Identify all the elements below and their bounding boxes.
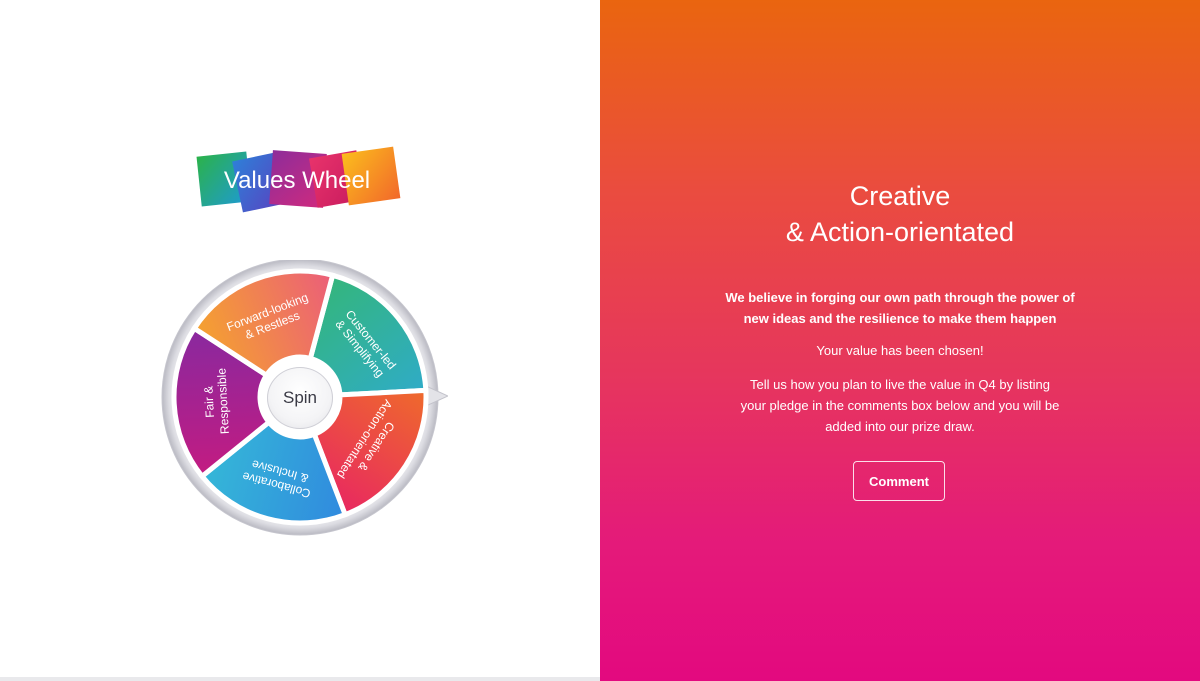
values-wheel-logo: Values Wheel [195, 146, 405, 226]
spin-button[interactable]: Spin [267, 367, 333, 429]
value-title-line2: & Action-orientated [785, 217, 1015, 247]
value-title-line1: Creative [849, 181, 951, 211]
logo-graphic: Values Wheel [196, 146, 401, 213]
logo-text: Values Wheel [224, 167, 370, 194]
value-title: Creative & Action-orientated [600, 178, 1200, 250]
page: Values Wheel Customer-led& Simplifying Cr… [0, 0, 1200, 681]
bottom-divider [0, 677, 600, 681]
pledge-instructions: Tell us how you plan to live the value i… [740, 377, 1060, 434]
comment-button[interactable]: Comment [853, 461, 945, 501]
value-description: We believe in forging our own path throu… [725, 290, 1075, 326]
chosen-message: Your value has been chosen! [816, 343, 984, 358]
right-pane: Creative & Action-orientated We believe … [600, 0, 1200, 681]
left-pane: Values Wheel Customer-led& Simplifying Cr… [0, 0, 600, 681]
